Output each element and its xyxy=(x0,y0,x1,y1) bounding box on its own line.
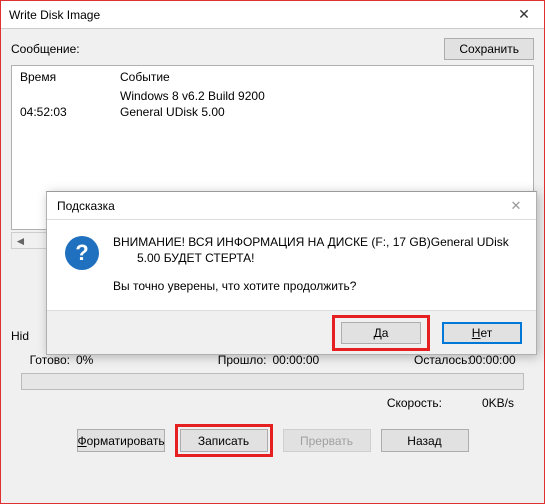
titlebar: Write Disk Image ✕ xyxy=(1,1,544,29)
remaining-label: Осталось: xyxy=(414,353,469,367)
dialog-body: ? ВНИМАНИЕ! ВСЯ ИНФОРМАЦИЯ НА ДИСКЕ (F:,… xyxy=(47,220,536,310)
speed-row: Скорость: 0KB/s xyxy=(11,390,534,416)
back-button[interactable]: Назад xyxy=(381,429,469,452)
dialog-title: Подсказка xyxy=(57,199,502,213)
log-row: Windows 8 v6.2 Build 9200 xyxy=(20,88,525,104)
log-row: 04:52:03 General UDisk 5.00 xyxy=(20,104,525,120)
save-button[interactable]: Сохранить xyxy=(444,38,534,60)
message-label: Сообщение: xyxy=(11,42,444,56)
confirm-dialog: Подсказка ✕ ? ВНИМАНИЕ! ВСЯ ИНФОРМАЦИЯ Н… xyxy=(46,191,537,355)
write-highlight: Записать xyxy=(175,424,273,457)
percent-value: 0% xyxy=(76,353,131,367)
elapsed-value: 00:00:00 xyxy=(273,353,328,367)
log-header-event: Событие xyxy=(120,70,525,84)
message-row: Сообщение: Сохранить xyxy=(11,37,534,61)
dialog-close-icon[interactable]: ✕ xyxy=(502,198,530,214)
button-row: Форматировать Записать Прервать Назад xyxy=(11,416,534,467)
question-icon: ? xyxy=(65,236,99,270)
scroll-left-icon[interactable]: ◄ xyxy=(12,233,29,248)
format-button[interactable]: Форматировать xyxy=(77,429,165,452)
log-time-cell xyxy=(20,88,120,104)
ready-label: Готово: xyxy=(21,353,76,367)
dialog-text: ВНИМАНИЕ! ВСЯ ИНФОРМАЦИЯ НА ДИСКЕ (F:, 1… xyxy=(113,234,509,304)
speed-label: Скорость: xyxy=(387,396,442,410)
no-button[interactable]: Нет xyxy=(442,322,522,344)
write-button[interactable]: Записать xyxy=(180,429,268,452)
window-title: Write Disk Image xyxy=(9,8,504,22)
abort-button: Прервать xyxy=(283,429,371,452)
log-event-cell: Windows 8 v6.2 Build 9200 xyxy=(120,88,525,104)
dialog-line1: ВНИМАНИЕ! ВСЯ ИНФОРМАЦИЯ НА ДИСКЕ (F:, 1… xyxy=(113,234,509,250)
log-rows: Windows 8 v6.2 Build 9200 04:52:03 Gener… xyxy=(12,88,533,120)
dialog-line2: 5.00 БУДЕТ СТЕРТА! xyxy=(113,250,509,266)
yes-button[interactable]: Да xyxy=(341,322,421,344)
remaining-value: 00:00:00 xyxy=(469,353,524,367)
progress-bar xyxy=(21,373,524,390)
dialog-button-row: Да Нет xyxy=(47,310,536,354)
log-header: Время Событие xyxy=(12,70,533,88)
log-time-cell: 04:52:03 xyxy=(20,104,120,120)
log-event-cell: General UDisk 5.00 xyxy=(120,104,525,120)
dialog-titlebar: Подсказка ✕ xyxy=(47,192,536,220)
close-icon[interactable]: ✕ xyxy=(504,1,544,29)
log-header-time: Время xyxy=(20,70,120,84)
elapsed-label: Прошло: xyxy=(218,353,273,367)
yes-highlight: Да xyxy=(332,315,430,351)
dialog-question: Вы точно уверены, что хотите продолжить? xyxy=(113,278,509,294)
speed-value: 0KB/s xyxy=(482,396,514,410)
